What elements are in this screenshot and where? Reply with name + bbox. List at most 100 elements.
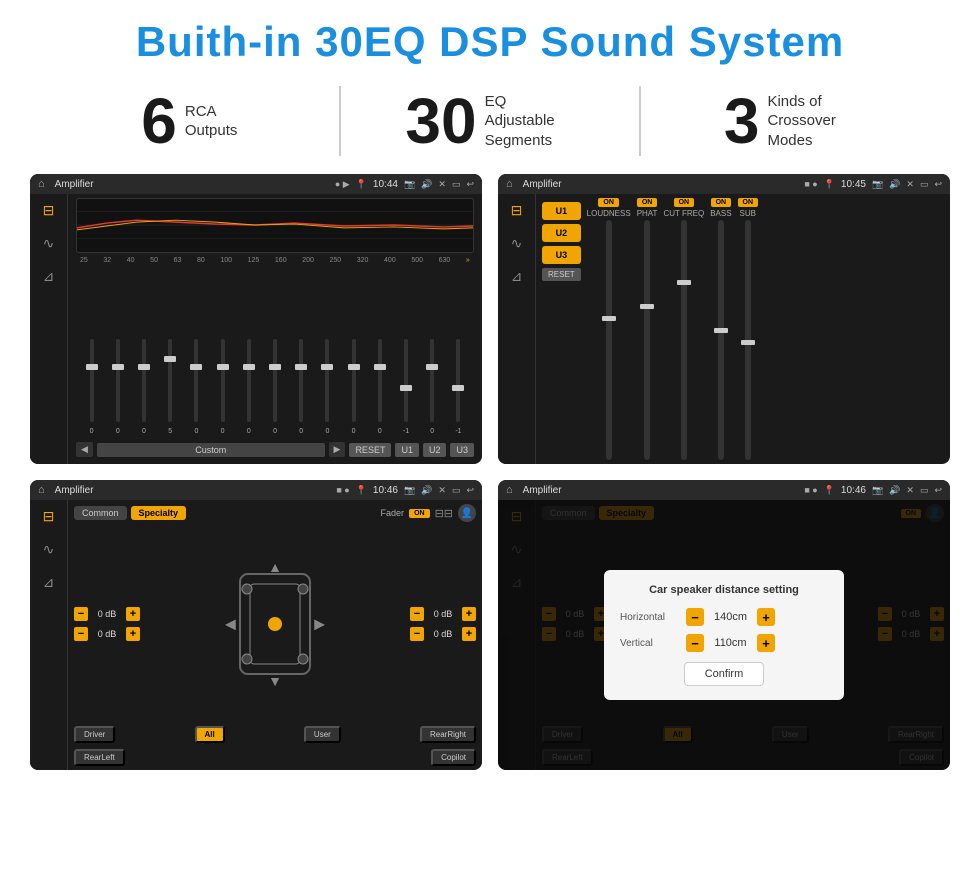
stat-label-rca: RCAOutputs [185, 102, 238, 141]
eq-u3-btn[interactable]: U3 [450, 443, 474, 457]
eq-reset-btn[interactable]: RESET [349, 443, 391, 457]
sidebar-eq-icon-3[interactable]: ⊟ [43, 508, 55, 525]
vol-minus-1[interactable]: − [74, 607, 88, 621]
home-icon-4[interactable]: ⌂ [506, 484, 513, 496]
eq-prev-btn[interactable]: ◀ [76, 442, 93, 457]
stat-divider-2 [639, 86, 641, 156]
slider-500[interactable]: 0 [421, 335, 444, 435]
btn-all[interactable]: All [195, 726, 225, 743]
btn-user[interactable]: User [304, 726, 341, 743]
slider-40[interactable]: 0 [132, 335, 155, 435]
vol-val-2: 0 dB [92, 629, 122, 639]
slider-160[interactable]: 0 [290, 335, 313, 435]
vol-minus-2[interactable]: − [74, 627, 88, 641]
rect-icon-3: ▭ [452, 485, 461, 496]
ch-bass-on[interactable]: ON [711, 198, 732, 207]
ch-cutfreq-slider[interactable] [681, 220, 687, 460]
back-icon[interactable]: ↩ [466, 179, 474, 190]
ch-phat: ON PHAT [637, 198, 658, 460]
volume-icon-3: 🔊 [421, 485, 432, 496]
dialog-overlay: Car speaker distance setting Horizontal … [498, 500, 950, 770]
location-icon-4: 📍 [824, 485, 835, 496]
slider-100[interactable]: 0 [237, 335, 260, 435]
ch-loudness-on[interactable]: ON [598, 198, 619, 207]
btn-driver[interactable]: Driver [74, 726, 115, 743]
sidebar-eq-icon[interactable]: ⊟ [43, 202, 55, 219]
horizontal-minus-btn[interactable]: − [686, 608, 704, 626]
ch-cutfreq-on[interactable]: ON [674, 198, 695, 207]
slider-63[interactable]: 0 [185, 335, 208, 435]
home-icon[interactable]: ⌂ [38, 178, 45, 190]
status-bar-dialog: ⌂ Amplifier ■ ● 📍 10:46 📷 🔊 ✕ ▭ ↩ [498, 480, 950, 500]
slider-250[interactable]: 0 [342, 335, 365, 435]
ch-phat-slider[interactable] [644, 220, 650, 460]
settings-icon[interactable]: 👤 [458, 504, 476, 522]
crossover-channels: ON LOUDNESS ON PHAT [587, 198, 944, 460]
sidebar-vol-icon-2[interactable]: ⊿ [511, 268, 523, 285]
eq-sidebar: ⊟ ∿ ⊿ [30, 194, 68, 464]
vol-minus-4[interactable]: − [410, 627, 424, 641]
crossover-reset-btn[interactable]: RESET [542, 268, 581, 281]
sidebar-wave-icon-2[interactable]: ∿ [511, 235, 523, 252]
slider-32[interactable]: 0 [106, 335, 129, 435]
sidebar-eq-icon-2[interactable]: ⊟ [511, 202, 523, 219]
confirm-button[interactable]: Confirm [684, 662, 765, 686]
ch-sub-on[interactable]: ON [738, 198, 759, 207]
slider-50[interactable]: 5 [159, 335, 182, 435]
back-icon-3[interactable]: ↩ [466, 485, 474, 496]
home-icon-2[interactable]: ⌂ [506, 178, 513, 190]
status-bar-eq: ⌂ Amplifier ● ▶ 📍 10:44 📷 🔊 ✕ ▭ ↩ [30, 174, 482, 194]
ch-sub: ON SUB [738, 198, 759, 460]
sidebar-vol-icon[interactable]: ⊿ [43, 268, 55, 285]
stat-number-eq: 30 [405, 89, 476, 153]
eq-custom-btn[interactable]: Custom [97, 443, 325, 457]
eq-u2-btn[interactable]: U2 [423, 443, 447, 457]
sidebar-wave-icon-3[interactable]: ∿ [43, 541, 55, 558]
screens-grid: ⌂ Amplifier ● ▶ 📍 10:44 📷 🔊 ✕ ▭ ↩ ⊟ ∿ ⊿ [0, 170, 980, 780]
vertical-minus-btn[interactable]: − [686, 634, 704, 652]
horizontal-stepper: − 140cm + [686, 608, 775, 626]
vol-plus-2[interactable]: + [126, 627, 140, 641]
vol-minus-3[interactable]: − [410, 607, 424, 621]
ch-loudness-slider[interactable] [606, 220, 612, 460]
fader-bottom-bar: Driver All User RearRight [74, 726, 476, 743]
sidebar-wave-icon[interactable]: ∿ [43, 235, 55, 252]
btn-copilot[interactable]: Copilot [431, 749, 476, 766]
ch-bass-slider[interactable] [718, 220, 724, 460]
home-icon-3[interactable]: ⌂ [38, 484, 45, 496]
fader-on-btn[interactable]: ON [409, 509, 430, 518]
crossover-u1-btn[interactable]: U1 [542, 202, 581, 220]
btn-rearright[interactable]: RearRight [420, 726, 476, 743]
sidebar-vol-icon-3[interactable]: ⊿ [43, 574, 55, 591]
horizontal-plus-btn[interactable]: + [757, 608, 775, 626]
vol-plus-3[interactable]: + [462, 607, 476, 621]
ch-phat-on[interactable]: ON [637, 198, 658, 207]
slider-400[interactable]: -1 [394, 335, 417, 435]
tab-specialty[interactable]: Specialty [131, 506, 187, 520]
eq-play-btn[interactable]: ▶ [329, 442, 346, 457]
btn-rearleft[interactable]: RearLeft [74, 749, 125, 766]
slider-630[interactable]: -1 [447, 335, 470, 435]
vol-plus-4[interactable]: + [462, 627, 476, 641]
back-icon-2[interactable]: ↩ [934, 179, 942, 190]
vertical-stepper: − 110cm + [686, 634, 775, 652]
vol-plus-1[interactable]: + [126, 607, 140, 621]
crossover-time: 10:45 [841, 179, 866, 190]
eq-u1-btn[interactable]: U1 [395, 443, 419, 457]
dialog-horizontal-row: Horizontal − 140cm + [620, 608, 828, 626]
tab-common[interactable]: Common [74, 506, 127, 520]
slider-25[interactable]: 0 [80, 335, 103, 435]
crossover-u2-btn[interactable]: U2 [542, 224, 581, 242]
slider-125[interactable]: 0 [263, 335, 286, 435]
ch-sub-slider[interactable] [745, 220, 751, 460]
volume-icon-4: 🔊 [889, 485, 900, 496]
fader-slider-icon[interactable]: ⊟⊟ [435, 507, 453, 520]
slider-80[interactable]: 0 [211, 335, 234, 435]
back-icon-4[interactable]: ↩ [934, 485, 942, 496]
slider-320[interactable]: 0 [368, 335, 391, 435]
dialog-screen-title: Amplifier [523, 485, 799, 496]
screen-fader: ⌂ Amplifier ■ ● 📍 10:46 📷 🔊 ✕ ▭ ↩ ⊟ ∿ ⊿ … [30, 480, 482, 770]
crossover-u3-btn[interactable]: U3 [542, 246, 581, 264]
slider-200[interactable]: 0 [316, 335, 339, 435]
vertical-plus-btn[interactable]: + [757, 634, 775, 652]
